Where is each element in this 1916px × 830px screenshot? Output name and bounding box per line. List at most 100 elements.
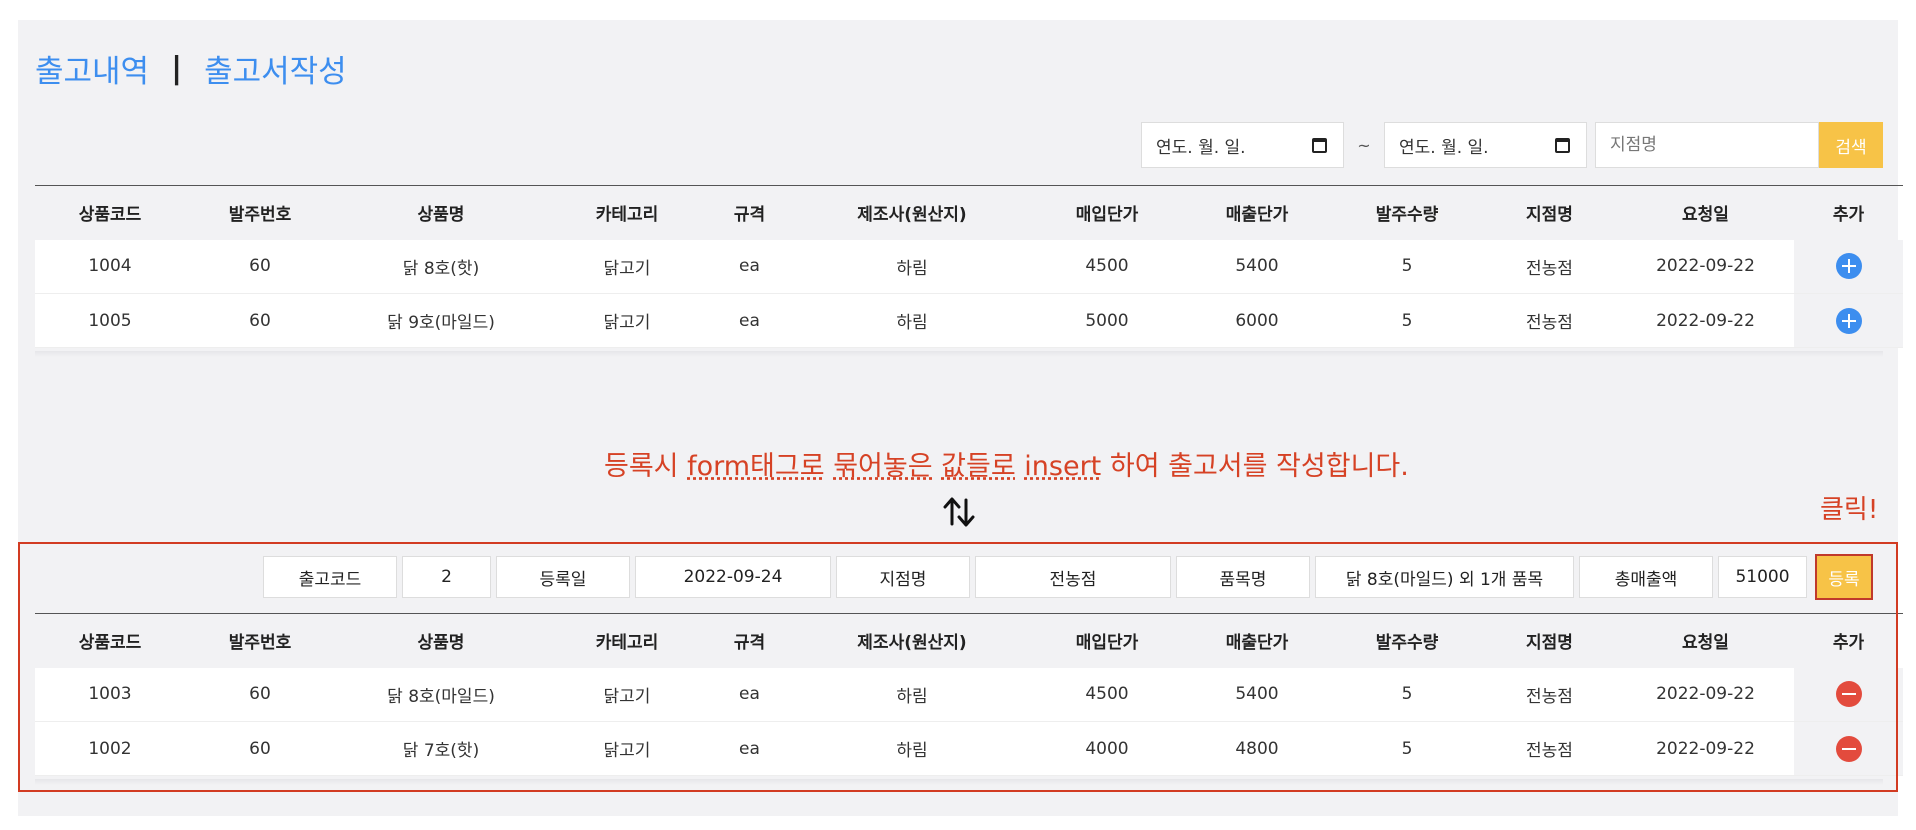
column-header: 상품명 [417,205,465,226]
table-cell: 하림 [896,686,928,707]
table-cell: 2022-09-22 [1656,684,1755,705]
table-shadow [35,779,1883,785]
table-cell: 60 [249,256,271,277]
column-header: 규격 [733,205,766,226]
tab-shipment-list[interactable]: 출고내역 [35,46,149,91]
column-header: 제조사(원산지) [857,633,967,654]
table-cell: 5400 [1235,256,1279,277]
table-cell: ea [739,738,760,759]
table-cell: 1005 [88,310,132,331]
column-header: 규격 [733,633,766,654]
table-cell: 1003 [88,684,132,705]
column-header: 지점명 [1526,633,1573,654]
branch-value-field[interactable]: 전농점 [975,556,1171,598]
total-label: 총매출액 [1579,556,1713,598]
date-from-input[interactable]: 연도. 월. 일. [1141,122,1344,168]
table-cell: ea [739,310,760,331]
table-cell: 60 [249,738,271,759]
table-cell: 5 [1401,256,1413,277]
table-cell: 전농점 [1526,686,1573,707]
table-cell: 하림 [896,313,928,333]
table-cell: 5400 [1235,684,1279,705]
table-cell: 5000 [1085,310,1129,331]
branch-label: 지점명 [836,556,970,598]
table-cell: 5 [1401,310,1413,331]
click-hint-label: 클릭! [1820,495,1879,525]
annotation-underlined: 묶어놓은 [833,451,933,482]
annotation-text: 등록시 form태그로 묶어놓은 값들로 insert 하여 출고서를 작성합니… [604,444,1409,483]
minus-circle-icon[interactable] [1835,681,1862,708]
annotation-underlined: insert [1024,451,1102,482]
table-cell: ea [739,256,760,277]
page-title-nav: 출고내역 | 출고서작성 [35,46,347,91]
column-header: 요청일 [1682,633,1729,654]
selected-items-table: 상품코드 발주번호 상품명 카테고리 규격 제조사(원산지) 매입단가 매출단가… [35,613,1903,776]
add-cell [1794,239,1903,294]
table-row: 1005 60 닭 9호(마일드) 닭고기 ea 하림 5000 6000 5 … [35,293,1903,348]
table-cell: 닭고기 [603,741,651,761]
code-value-field[interactable]: 2 [402,556,491,598]
table-cell: 1002 [88,738,132,759]
date-to-input[interactable]: 연도. 월. 일. [1384,122,1587,168]
table-cell: 60 [249,310,271,331]
column-header: 카테고리 [595,633,659,654]
column-header: 요청일 [1682,205,1729,226]
code-label: 출고코드 [263,556,397,598]
column-header: 지점명 [1526,205,1573,226]
column-header: 발주수량 [1375,633,1439,654]
table-cell: 닭고기 [603,258,651,279]
annotation-part [933,451,942,482]
column-header: 매출단가 [1225,205,1289,226]
search-bar: 연도. 월. 일. ~ 연도. 월. 일. 검색 [1141,122,1883,168]
table-cell: 4500 [1085,684,1129,705]
table-cell: 6000 [1235,310,1279,331]
table-cell: 2022-09-22 [1656,256,1755,277]
table-cell: 하림 [896,258,928,279]
column-header: 매출단가 [1225,633,1289,654]
register-button[interactable]: 등록 [1815,554,1873,600]
minus-circle-icon[interactable] [1835,735,1862,762]
available-items-table: 상품코드 발주번호 상품명 카테고리 규격 제조사(원산지) 매입단가 매출단가… [35,185,1903,348]
table-cell: 전농점 [1526,313,1573,333]
add-cell [1794,293,1903,348]
remove-cell [1794,667,1903,722]
date-from-placeholder: 연도. 월. 일. [1156,137,1246,158]
table-cell: 하림 [896,741,928,761]
column-header: 상품명 [417,633,465,654]
table-header-row: 상품코드 발주번호 상품명 카테고리 규격 제조사(원산지) 매입단가 매출단가… [35,613,1903,668]
total-value-field[interactable]: 51000 [1718,556,1807,598]
calendar-icon[interactable] [1555,137,1570,153]
table-cell: 4500 [1085,256,1129,277]
table-row: 1003 60 닭 8호(마일드) 닭고기 ea 하림 4500 5400 5 … [35,667,1903,722]
column-header: 매입단가 [1075,205,1139,226]
column-header: 매입단가 [1075,633,1139,654]
table-shadow [35,351,1883,357]
table-cell: 닭 8호(마일드) [387,686,495,707]
calendar-icon[interactable] [1312,137,1327,153]
column-header: 발주번호 [228,205,292,226]
date-to-placeholder: 연도. 월. 일. [1399,137,1489,158]
table-cell: 4000 [1085,738,1129,759]
tab-shipment-write[interactable]: 출고서작성 [204,46,347,91]
annotation-part: 등록시 [604,451,688,482]
swap-arrows-icon [943,497,975,527]
branch-search-input[interactable] [1595,122,1819,168]
search-button[interactable]: 검색 [1819,122,1883,168]
annotation-part [1016,451,1025,482]
date-label: 등록일 [496,556,630,598]
date-value-field[interactable]: 2022-09-24 [635,556,831,598]
table-cell: 닭고기 [603,686,651,707]
annotation-underlined: form태그로 [687,451,825,482]
column-header: 상품코드 [78,633,142,654]
plus-circle-icon[interactable] [1835,307,1862,334]
table-row: 1002 60 닭 7호(핫) 닭고기 ea 하림 4000 4800 5 전농… [35,721,1903,776]
table-cell: 2022-09-22 [1656,310,1755,331]
table-cell: 닭 8호(핫) [402,258,480,279]
item-value-field[interactable]: 닭 8호(마일드) 외 1개 품목 [1315,556,1574,598]
column-header: 발주수량 [1375,205,1439,226]
date-range-tilde: ~ [1357,135,1371,155]
table-cell: 전농점 [1526,741,1573,761]
remove-cell [1794,721,1903,776]
plus-circle-icon[interactable] [1835,253,1862,280]
column-header: 카테고리 [595,205,659,226]
